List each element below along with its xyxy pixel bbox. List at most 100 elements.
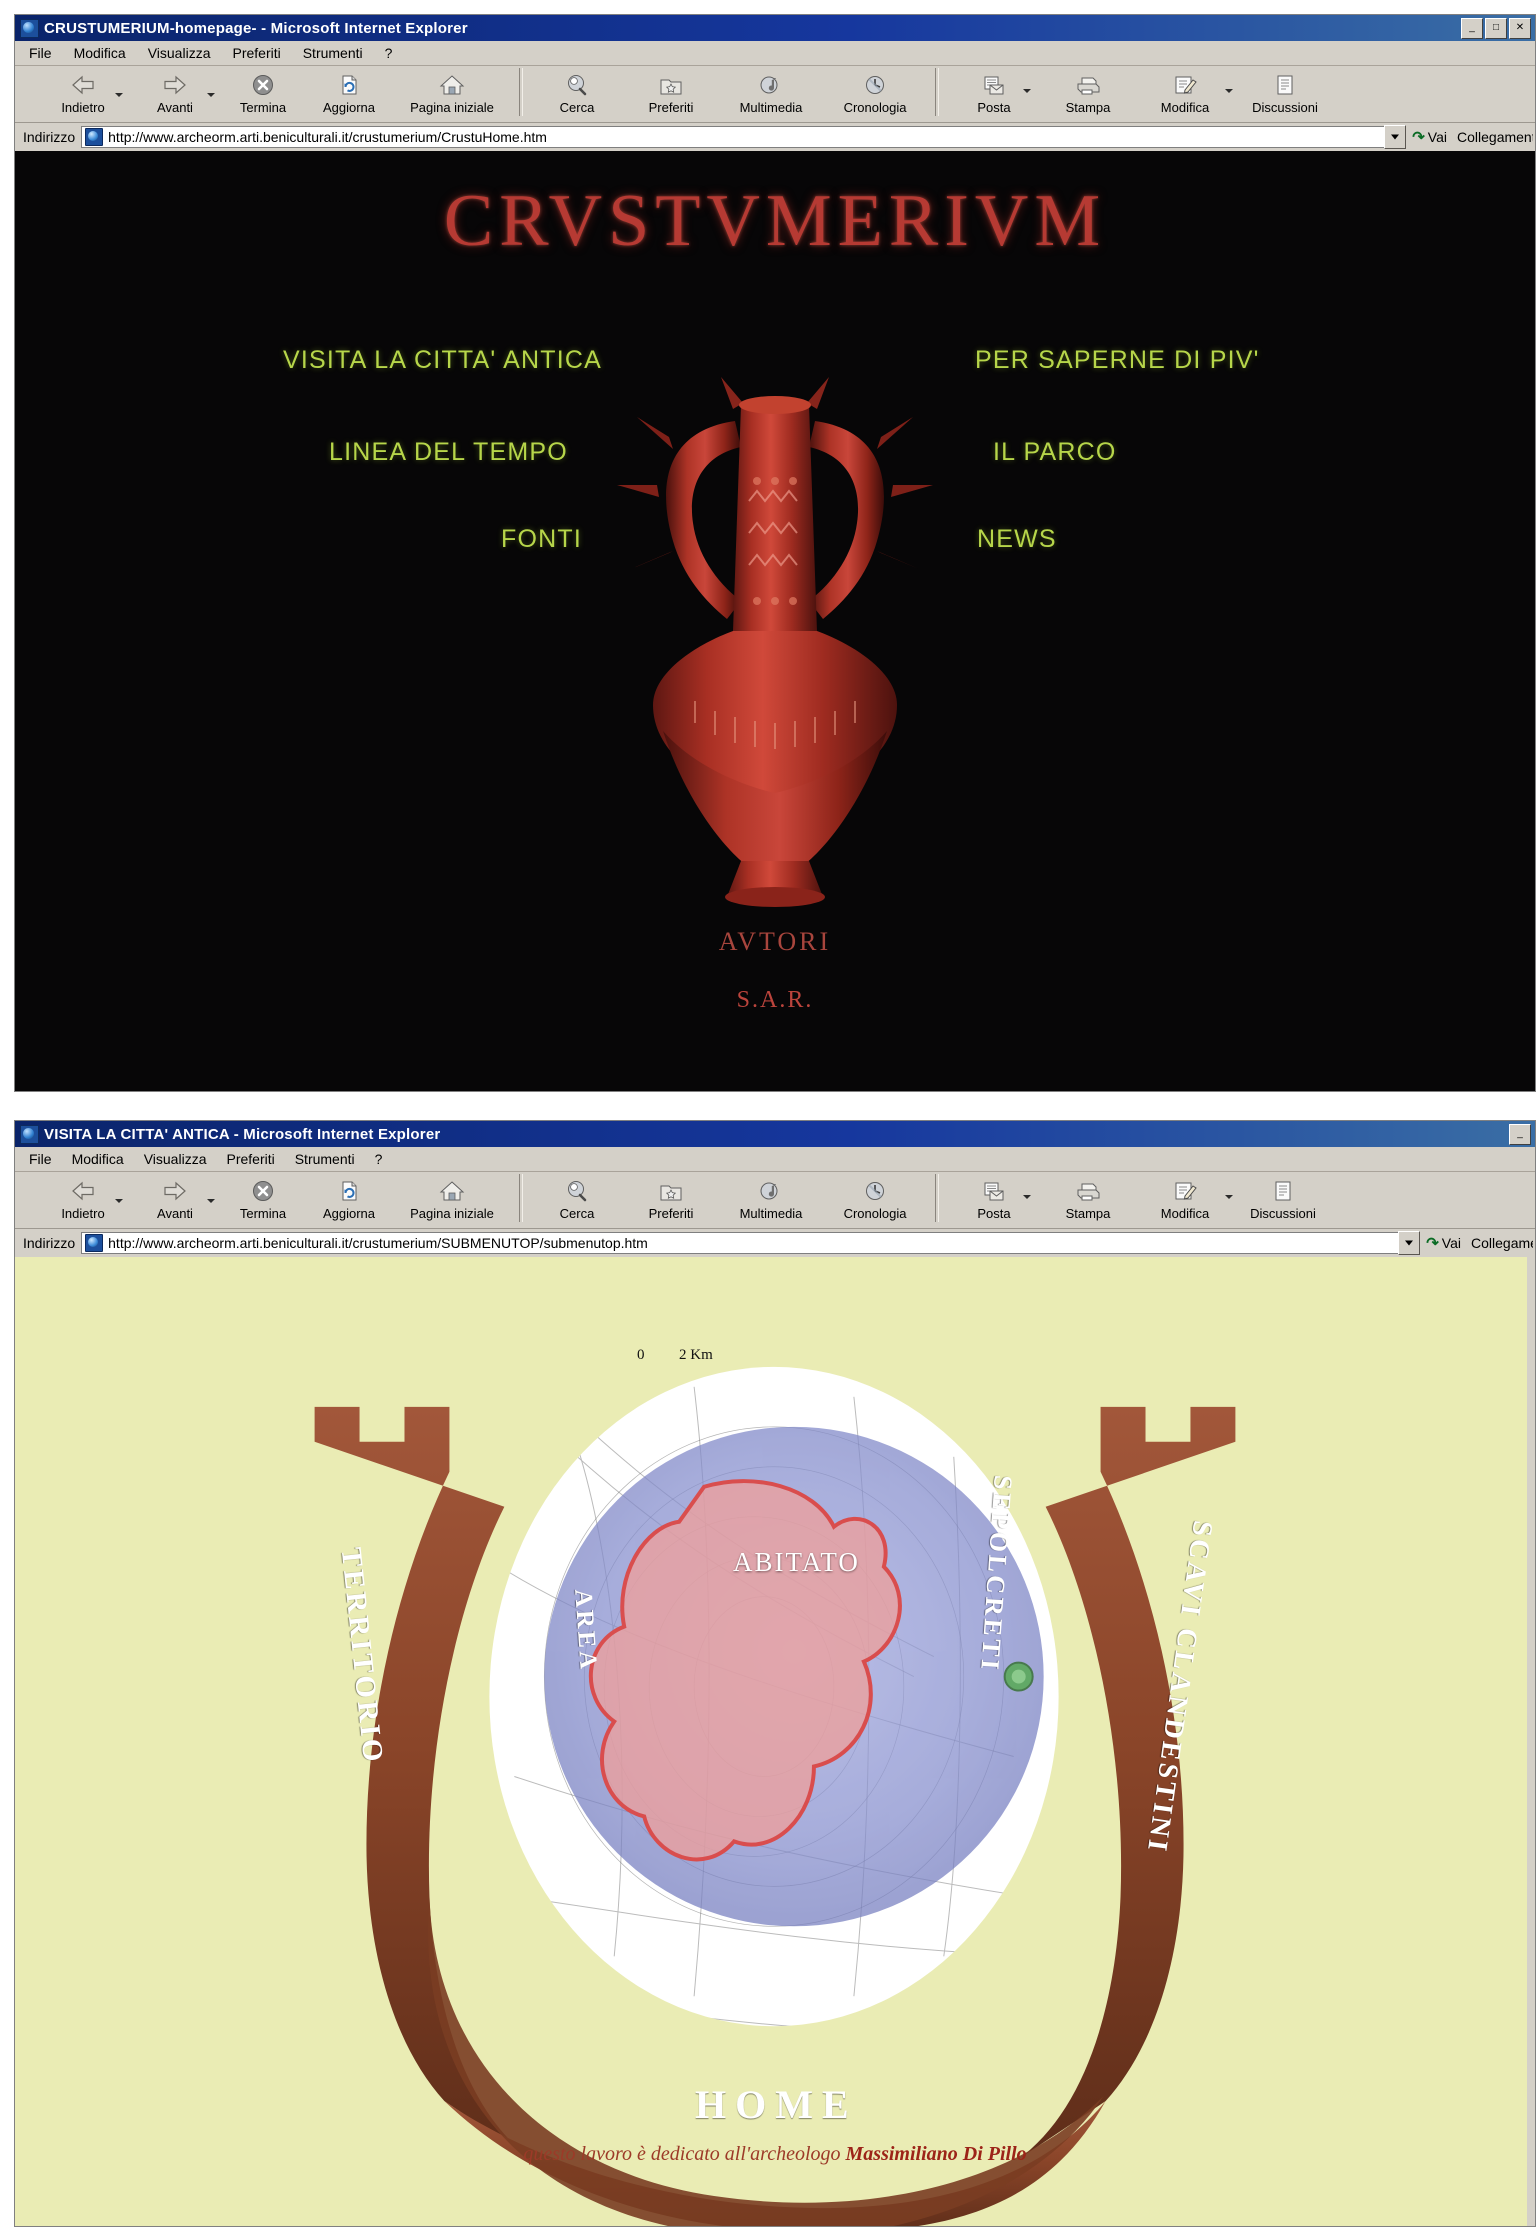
- toolbar-button-home[interactable]: Pagina iniziale: [393, 1172, 511, 1221]
- chevron-down-icon[interactable]: [207, 93, 215, 97]
- map-label-abitato: ABITATO: [733, 1547, 860, 1577]
- toolbar-button-edit[interactable]: Modifica: [1135, 1172, 1235, 1221]
- nav-link-per-saperne-di-piu[interactable]: PER SAPERNE DI PIV': [975, 346, 1260, 375]
- forward-arrow-icon: [160, 70, 190, 100]
- maximize-glyph: □: [1492, 22, 1500, 33]
- links-button[interactable]: Collegamenti: [1453, 129, 1533, 145]
- page-viewport-submenu: TERRITORIO SEPOLCRETI SCAVI CLANDESTINI …: [15, 1257, 1535, 2226]
- crustumerium-homepage: CRVSTVMERIVM VISITA LA CITTA' ANTICA LIN…: [15, 151, 1535, 1091]
- links-label: Collegamenti: [1457, 129, 1533, 145]
- address-dropdown-button[interactable]: [1384, 125, 1407, 149]
- menu-item-visualizza[interactable]: Visualizza: [148, 45, 211, 61]
- toolbar-button-discussions[interactable]: Discussioni: [1235, 66, 1335, 115]
- toolbar-button-multimedia[interactable]: Multimedia: [719, 1172, 823, 1221]
- chevron-down-icon[interactable]: [1225, 89, 1233, 93]
- nav-link-sar[interactable]: S.A.R.: [15, 987, 1535, 1014]
- amphora-image: [545, 301, 1005, 911]
- address-label: Indirizzo: [23, 129, 76, 145]
- nav-link-fonti[interactable]: FONTI: [501, 525, 582, 554]
- menu-item-strumenti[interactable]: Strumenti: [295, 1151, 355, 1167]
- nav-link-il-parco[interactable]: IL PARCO: [993, 438, 1117, 467]
- menu-item-visualizza[interactable]: Visualizza: [144, 1151, 207, 1167]
- toolbar-button-refresh[interactable]: Aggiorna: [305, 66, 393, 115]
- browser-window-homepage: CRUSTUMERIUM-homepage- - Microsoft Inter…: [14, 14, 1536, 1092]
- address-input[interactable]: http://www.archeorm.arti.beniculturali.i…: [81, 1232, 1399, 1254]
- go-button[interactable]: ↷ Vai: [1420, 1234, 1467, 1252]
- toolbar-button-mail[interactable]: Posta: [947, 1172, 1041, 1221]
- toolbar-button-multimedia[interactable]: Multimedia: [719, 66, 823, 115]
- toolbar-button-stop[interactable]: Termina: [221, 66, 305, 115]
- search-icon: [562, 70, 592, 100]
- menu-item-file[interactable]: File: [29, 45, 52, 61]
- menu-item-help[interactable]: ?: [385, 45, 393, 61]
- menu-bar: File Modifica Visualizza Preferiti Strum…: [15, 1147, 1535, 1172]
- discussions-icon: [1268, 1176, 1298, 1206]
- toolbar-button-edit[interactable]: Modifica: [1135, 66, 1235, 115]
- arc-label-home[interactable]: HOME: [695, 2081, 858, 2128]
- menu-item-file[interactable]: File: [29, 1151, 52, 1167]
- toolbar-label: Cerca: [559, 100, 595, 115]
- minimize-glyph: _: [1469, 22, 1475, 33]
- map-scale-value: 2 Km: [679, 1347, 713, 1363]
- menu-item-strumenti[interactable]: Strumenti: [303, 45, 363, 61]
- favorites-folder-icon: [656, 70, 686, 100]
- window-title: VISITA LA CITTA' ANTICA - Microsoft Inte…: [44, 1125, 441, 1143]
- address-dropdown-button[interactable]: [1398, 1231, 1421, 1255]
- nav-link-visita-citta-antica[interactable]: VISITA LA CITTA' ANTICA: [283, 346, 602, 375]
- nav-link-linea-del-tempo[interactable]: LINEA DEL TEMPO: [329, 438, 568, 467]
- maximize-button[interactable]: □: [1485, 17, 1507, 39]
- toolbar-button-favorites[interactable]: Preferiti: [623, 66, 719, 115]
- chevron-down-icon[interactable]: [115, 93, 123, 97]
- window-title: CRUSTUMERIUM-homepage- - Microsoft Inter…: [44, 19, 468, 37]
- toolbar-button-stop[interactable]: Termina: [221, 1172, 305, 1221]
- toolbar-label: Stampa: [1065, 1206, 1111, 1221]
- menu-item-modifica[interactable]: Modifica: [74, 45, 126, 61]
- chevron-down-icon[interactable]: [207, 1199, 215, 1203]
- nav-link-avtori[interactable]: AVTORI: [15, 927, 1535, 957]
- toolbar-button-back[interactable]: Indietro: [37, 66, 129, 115]
- nav-link-news[interactable]: NEWS: [977, 525, 1057, 554]
- chevron-down-icon[interactable]: [115, 1199, 123, 1203]
- home-icon: [437, 70, 467, 100]
- toolbar-button-print[interactable]: Stampa: [1041, 1172, 1135, 1221]
- toolbar-button-search[interactable]: Cerca: [531, 66, 623, 115]
- menu-item-help[interactable]: ?: [375, 1151, 383, 1167]
- minimize-button[interactable]: _: [1509, 1123, 1531, 1145]
- refresh-icon: [334, 70, 364, 100]
- links-button[interactable]: Collegamenti: [1467, 1235, 1533, 1251]
- toolbar-button-print[interactable]: Stampa: [1041, 66, 1135, 115]
- dedication-text: questo lavoro è dedicato all'archeologo …: [15, 2143, 1535, 2166]
- menu-item-preferiti[interactable]: Preferiti: [226, 1151, 274, 1167]
- toolbar-button-search[interactable]: Cerca: [531, 1172, 623, 1221]
- toolbar-button-mail[interactable]: Posta: [947, 66, 1041, 115]
- toolbar-label: Modifica: [1160, 100, 1210, 115]
- toolbar-button-history[interactable]: Cronologia: [823, 1172, 927, 1221]
- internet-explorer-icon: [20, 18, 39, 38]
- close-glyph: ✕: [1515, 22, 1525, 33]
- menu-item-preferiti[interactable]: Preferiti: [232, 45, 280, 61]
- window-controls: _: [1509, 1123, 1533, 1145]
- toolbar-button-back[interactable]: Indietro: [37, 1172, 129, 1221]
- toolbar-button-history[interactable]: Cronologia: [823, 66, 927, 115]
- close-button[interactable]: ✕: [1509, 17, 1531, 39]
- toolbar-button-favorites[interactable]: Preferiti: [623, 1172, 719, 1221]
- chevron-down-icon[interactable]: [1023, 1195, 1031, 1199]
- toolbar: Indietro Avanti Termina Aggiorna Pagina …: [15, 1172, 1535, 1229]
- toolbar-button-refresh[interactable]: Aggiorna: [305, 1172, 393, 1221]
- chevron-down-icon[interactable]: [1023, 89, 1031, 93]
- map-label-area: AREA: [569, 1588, 602, 1673]
- menu-item-modifica[interactable]: Modifica: [72, 1151, 124, 1167]
- toolbar-button-discussions[interactable]: Discussioni: [1235, 1172, 1331, 1221]
- toolbar-button-forward[interactable]: Avanti: [129, 1172, 221, 1221]
- chevron-down-icon[interactable]: [1225, 1195, 1233, 1199]
- toolbar-label: Avanti: [157, 1206, 193, 1221]
- address-bar: Indirizzo http://www.archeorm.arti.benic…: [15, 1229, 1535, 1258]
- address-input[interactable]: http://www.archeorm.arti.beniculturali.i…: [81, 126, 1385, 148]
- favorites-folder-icon: [656, 1176, 686, 1206]
- minimize-button[interactable]: _: [1461, 17, 1483, 39]
- page-viewport-homepage: CRVSTVMERIVM VISITA LA CITTA' ANTICA LIN…: [15, 151, 1535, 1091]
- go-button[interactable]: ↷ Vai: [1406, 128, 1453, 146]
- toolbar-button-home[interactable]: Pagina iniziale: [393, 66, 511, 115]
- amphora-svg: [617, 377, 933, 907]
- toolbar-button-forward[interactable]: Avanti: [129, 66, 221, 115]
